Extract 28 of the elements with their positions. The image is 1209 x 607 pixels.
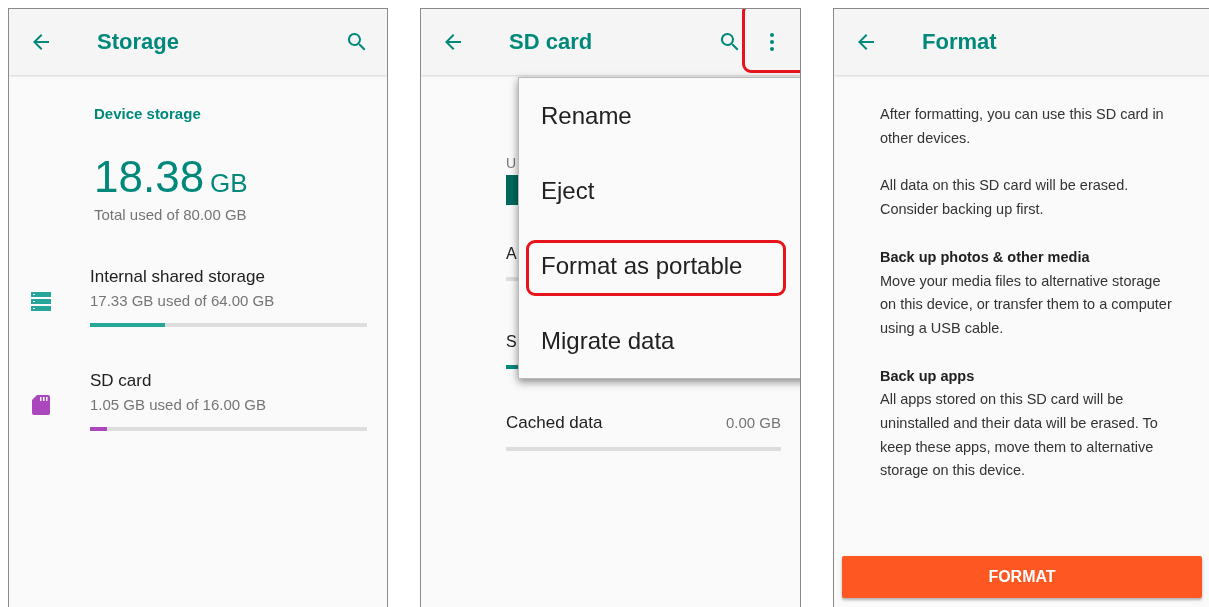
storage-caption: U bbox=[506, 155, 517, 171]
menu-item[interactable]: Migrate data bbox=[519, 303, 800, 378]
section-label: Device storage bbox=[94, 105, 202, 122]
body-text: After formatting, you can use this SD card in other devices. bbox=[880, 105, 1165, 148]
used-unit: GB bbox=[210, 168, 248, 199]
volume-usage: 17.33 GB used of 64.00 GB bbox=[90, 292, 276, 309]
section-heading: Back up apps bbox=[880, 366, 975, 386]
body-text: All data on this SD card will be erased. Consider backing up first. bbox=[880, 176, 1130, 220]
screen-title: SD card bbox=[509, 29, 594, 55]
category-size: 0.00 GB bbox=[725, 414, 781, 431]
screen-title: Format bbox=[922, 29, 998, 55]
menu-item[interactable]: Rename bbox=[519, 78, 800, 153]
volume-name[interactable]: SD card bbox=[90, 371, 367, 391]
screen-title: Storage bbox=[97, 29, 180, 55]
volume-usage: 1.05 GB used of 16.00 GB bbox=[90, 396, 267, 413]
total-caption: Total used of 80.00 GB bbox=[94, 206, 248, 223]
category-label: Cached data bbox=[506, 413, 603, 433]
category-label: S bbox=[506, 333, 517, 351]
category-label: A bbox=[506, 245, 517, 263]
body-text: All apps stored on this SD card will be uninstalled and their data will be erased. To keep these apps, move them to alternative storage on this device. bbox=[880, 390, 1159, 481]
sd-card-icon bbox=[29, 393, 53, 417]
menu-item[interactable]: Format as portable bbox=[519, 228, 800, 303]
body-text: Move your media files to alternative storage on this device, or transfer them to a computer using a USB cable. bbox=[880, 271, 1172, 338]
menu-item[interactable]: Eject bbox=[519, 153, 800, 228]
used-amount: 18.38 bbox=[94, 152, 205, 202]
section-heading: Back up photos & other media bbox=[880, 247, 1090, 267]
volume-name[interactable]: Internal shared storage bbox=[90, 267, 367, 287]
storage-icon bbox=[29, 289, 53, 313]
